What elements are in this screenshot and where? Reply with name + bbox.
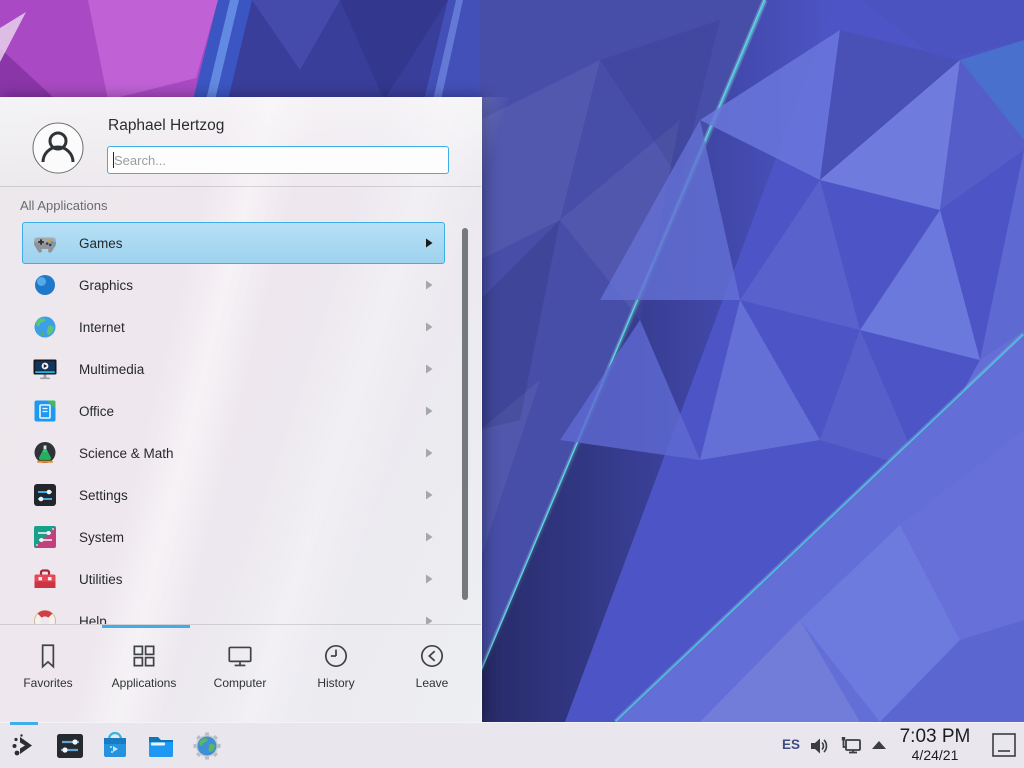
user-avatar[interactable]	[32, 122, 84, 174]
header-separator	[0, 186, 481, 187]
submenu-arrow-icon	[425, 532, 433, 542]
clock-date: 4/24/21	[892, 747, 978, 764]
category-item-settings[interactable]: Settings	[22, 474, 445, 516]
graphics-icon	[32, 272, 58, 298]
category-item-multimedia[interactable]: Multimedia	[22, 348, 445, 390]
category-item-science-math[interactable]: Science & Math	[22, 432, 445, 474]
tab-computer[interactable]: Computer	[192, 628, 288, 722]
launcher-header: Raphael Hertzog	[0, 97, 481, 186]
web-browser-icon[interactable]	[192, 731, 222, 761]
submenu-arrow-icon	[425, 490, 433, 500]
discover-store-icon[interactable]	[100, 731, 130, 761]
file-manager-folder-icon[interactable]	[146, 731, 176, 761]
settings-sliders-icon	[32, 482, 58, 508]
category-item-games[interactable]: Games	[22, 222, 445, 264]
keyboard-layout-indicator[interactable]: ES	[782, 737, 800, 752]
tab-applications[interactable]: Applications	[96, 628, 192, 722]
submenu-arrow-icon	[425, 574, 433, 584]
launcher-open-indicator	[10, 722, 38, 725]
leave-icon	[417, 641, 447, 671]
tray-expand-caret-icon[interactable]	[870, 738, 888, 752]
category-item-office[interactable]: Office	[22, 390, 445, 432]
application-launcher-popup: Raphael Hertzog All Applications	[0, 97, 482, 722]
applications-grid-icon	[129, 641, 159, 671]
launcher-tabbar: Favorites Applications Computer	[0, 628, 481, 722]
help-lifebuoy-icon	[32, 608, 58, 624]
digital-clock[interactable]: 7:03 PM 4/24/21	[892, 726, 978, 764]
user-name: Raphael Hertzog	[108, 117, 224, 135]
multimedia-icon	[32, 356, 58, 382]
category-label: Multimedia	[79, 362, 144, 377]
system-icon	[32, 524, 58, 550]
toolbox-icon	[32, 566, 58, 592]
tab-leave[interactable]: Leave	[384, 628, 480, 722]
taskbar-panel: ES 7:03 PM 4/24/21	[0, 722, 1024, 768]
history-clock-icon	[321, 641, 351, 671]
submenu-arrow-icon	[425, 448, 433, 458]
bookmark-icon	[33, 641, 63, 671]
category-label: Graphics	[79, 278, 133, 293]
submenu-arrow-icon	[425, 322, 433, 332]
category-label: Science & Math	[79, 446, 174, 461]
category-label: Office	[79, 404, 114, 419]
network-icon[interactable]	[840, 735, 862, 757]
category-label: Internet	[79, 320, 125, 335]
computer-monitor-icon	[225, 641, 255, 671]
list-scrollbar[interactable]	[462, 228, 468, 600]
category-label: Games	[79, 236, 123, 251]
category-label: Help	[79, 614, 107, 625]
show-desktop-button[interactable]	[991, 732, 1017, 758]
clock-time: 7:03 PM	[892, 726, 978, 747]
footer-separator	[0, 624, 481, 625]
text-cursor	[113, 152, 114, 168]
science-flask-icon	[32, 440, 58, 466]
category-label: System	[79, 530, 124, 545]
submenu-arrow-icon	[425, 406, 433, 416]
category-list: Games Graphics	[0, 222, 481, 624]
category-item-utilities[interactable]: Utilities	[22, 558, 445, 600]
volume-icon[interactable]	[808, 735, 830, 757]
gamepad-icon	[32, 230, 58, 256]
submenu-arrow-icon	[425, 238, 433, 248]
tab-history[interactable]: History	[288, 628, 384, 722]
system-settings-icon[interactable]	[55, 731, 85, 761]
submenu-arrow-icon	[425, 364, 433, 374]
application-launcher-icon[interactable]	[10, 731, 40, 761]
category-item-system[interactable]: System	[22, 516, 445, 558]
submenu-arrow-icon	[425, 280, 433, 290]
category-item-graphics[interactable]: Graphics	[22, 264, 445, 306]
section-label: All Applications	[20, 198, 107, 213]
globe-icon	[32, 314, 58, 340]
search-input[interactable]	[107, 146, 449, 174]
office-icon	[32, 398, 58, 424]
submenu-arrow-icon	[425, 616, 433, 624]
category-item-help[interactable]: Help	[22, 600, 445, 624]
desktop: Raphael Hertzog All Applications	[0, 0, 1024, 768]
tab-favorites[interactable]: Favorites	[0, 628, 96, 722]
category-label: Settings	[79, 488, 128, 503]
category-item-internet[interactable]: Internet	[22, 306, 445, 348]
category-label: Utilities	[79, 572, 123, 587]
search-field-wrap	[107, 146, 449, 174]
